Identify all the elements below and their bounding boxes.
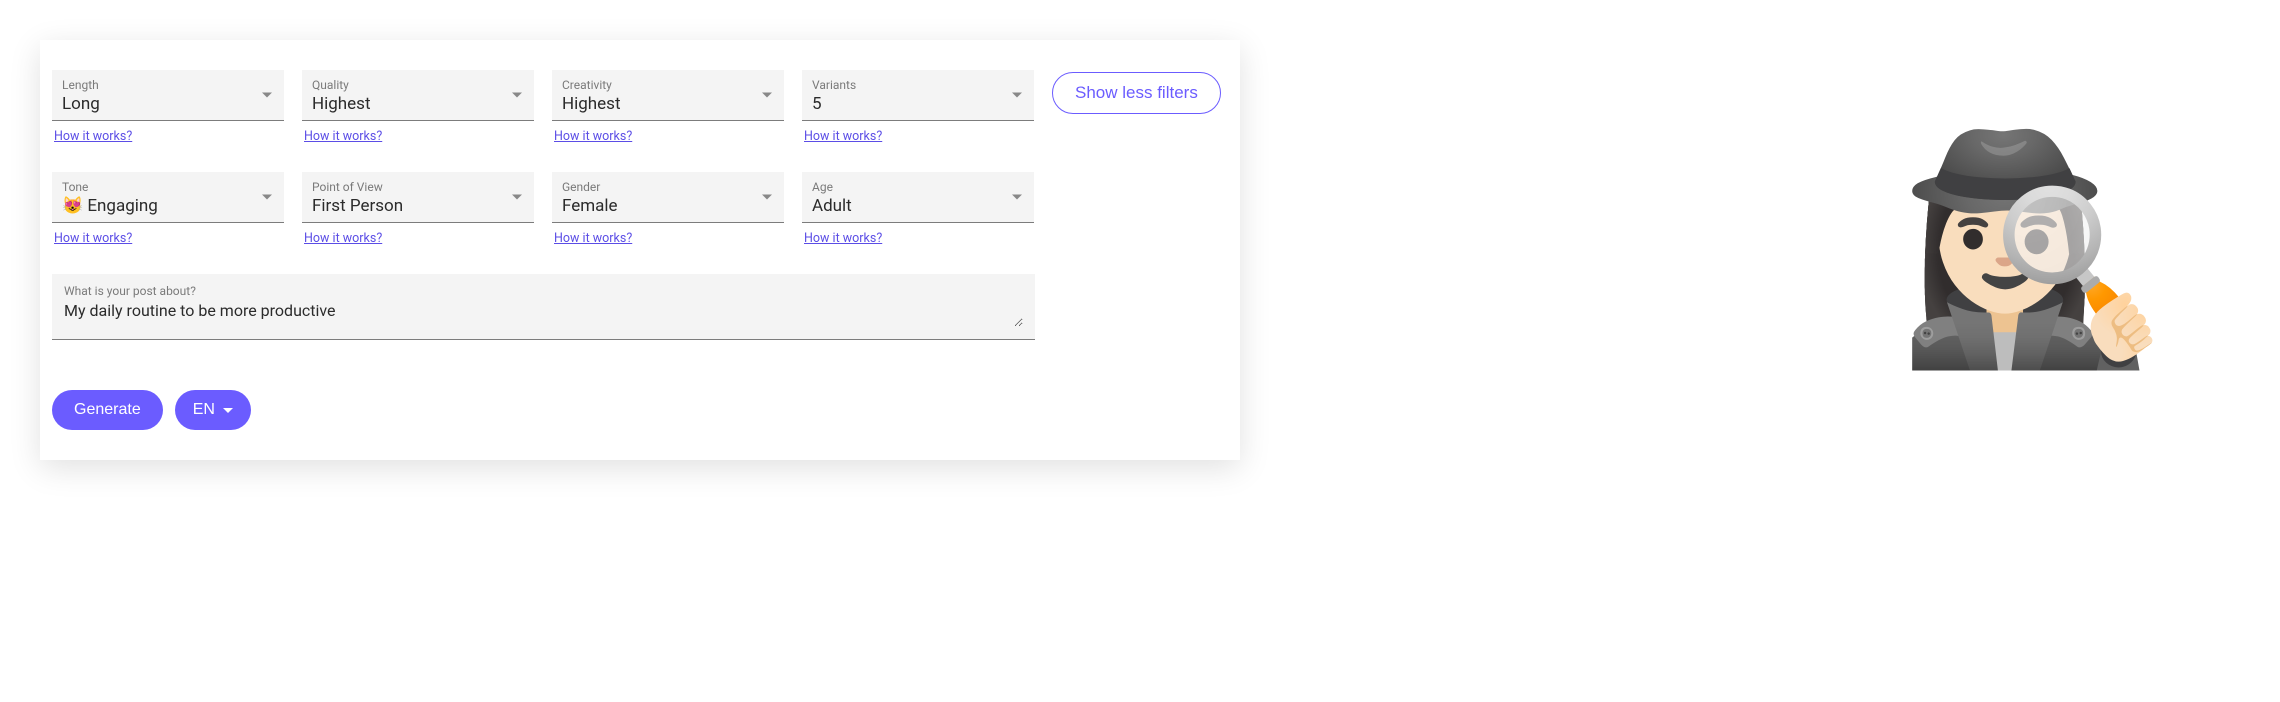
variants-label: Variants <box>812 78 1024 92</box>
chevron-down-icon <box>262 93 272 98</box>
pov-how-it-works-link[interactable]: How it works? <box>304 231 534 246</box>
length-how-it-works-link[interactable]: How it works? <box>54 129 284 144</box>
creativity-how-it-works-link[interactable]: How it works? <box>554 129 784 144</box>
pov-value: First Person <box>312 196 524 216</box>
generate-button[interactable]: Generate <box>52 390 163 430</box>
length-label: Length <box>62 78 274 92</box>
length-value: Long <box>62 94 274 114</box>
age-value: Adult <box>812 196 1024 216</box>
gender-select[interactable]: Gender Female <box>552 172 784 223</box>
pov-select[interactable]: Point of View First Person <box>302 172 534 223</box>
quality-select[interactable]: Quality Highest <box>302 70 534 121</box>
age-select[interactable]: Age Adult <box>802 172 1034 223</box>
tone-select[interactable]: Tone 😻 Engaging <box>52 172 284 223</box>
variants-select[interactable]: Variants 5 <box>802 70 1034 121</box>
creativity-value: Highest <box>562 94 774 114</box>
chevron-down-icon <box>223 408 233 413</box>
filters-card: Length Long How it works? Quality Highes… <box>40 40 1240 460</box>
filter-pov-group: Point of View First Person How it works? <box>302 172 534 264</box>
pov-label: Point of View <box>312 180 524 194</box>
tone-how-it-works-link[interactable]: How it works? <box>54 231 284 246</box>
filter-creativity-group: Creativity Highest How it works? <box>552 70 784 162</box>
filters-row-1: Length Long How it works? Quality Highes… <box>52 70 1228 162</box>
gender-how-it-works-link[interactable]: How it works? <box>554 231 784 246</box>
prompt-textarea-box[interactable]: What is your post about? My daily routin… <box>52 274 1035 340</box>
prompt-area: What is your post about? My daily routin… <box>52 274 1228 340</box>
quality-label: Quality <box>312 78 524 92</box>
prompt-label: What is your post about? <box>64 284 1023 298</box>
show-less-filters-button[interactable]: Show less filters <box>1052 72 1221 114</box>
tone-label: Tone <box>62 180 274 194</box>
tone-value: 😻 Engaging <box>62 196 274 216</box>
quality-value: Highest <box>312 94 524 114</box>
filter-length-group: Length Long How it works? <box>52 70 284 162</box>
detective-mascot-icon: 🕵🏻‍♀️ <box>1896 140 2170 360</box>
quality-how-it-works-link[interactable]: How it works? <box>304 129 534 144</box>
filter-age-group: Age Adult How it works? <box>802 172 1034 264</box>
gender-value: Female <box>562 196 774 216</box>
filter-variants-group: Variants 5 How it works? <box>802 70 1034 162</box>
filters-row-2: Tone 😻 Engaging How it works? Point of V… <box>52 172 1228 264</box>
gender-label: Gender <box>562 180 774 194</box>
length-select[interactable]: Length Long <box>52 70 284 121</box>
age-label: Age <box>812 180 1024 194</box>
chevron-down-icon <box>762 195 772 200</box>
variants-value: 5 <box>812 94 1024 114</box>
chevron-down-icon <box>762 93 772 98</box>
filter-gender-group: Gender Female How it works? <box>552 172 784 264</box>
creativity-select[interactable]: Creativity Highest <box>552 70 784 121</box>
age-how-it-works-link[interactable]: How it works? <box>804 231 1034 246</box>
action-buttons-row: Generate EN <box>52 390 1228 430</box>
language-label: EN <box>193 401 215 419</box>
filter-quality-group: Quality Highest How it works? <box>302 70 534 162</box>
chevron-down-icon <box>1012 93 1022 98</box>
chevron-down-icon <box>262 195 272 200</box>
chevron-down-icon <box>1012 195 1022 200</box>
chevron-down-icon <box>512 93 522 98</box>
language-select-button[interactable]: EN <box>175 390 251 430</box>
filter-tone-group: Tone 😻 Engaging How it works? <box>52 172 284 264</box>
creativity-label: Creativity <box>562 78 774 92</box>
chevron-down-icon <box>512 195 522 200</box>
prompt-input[interactable]: My daily routine to be more productive <box>64 301 1023 327</box>
variants-how-it-works-link[interactable]: How it works? <box>804 129 1034 144</box>
